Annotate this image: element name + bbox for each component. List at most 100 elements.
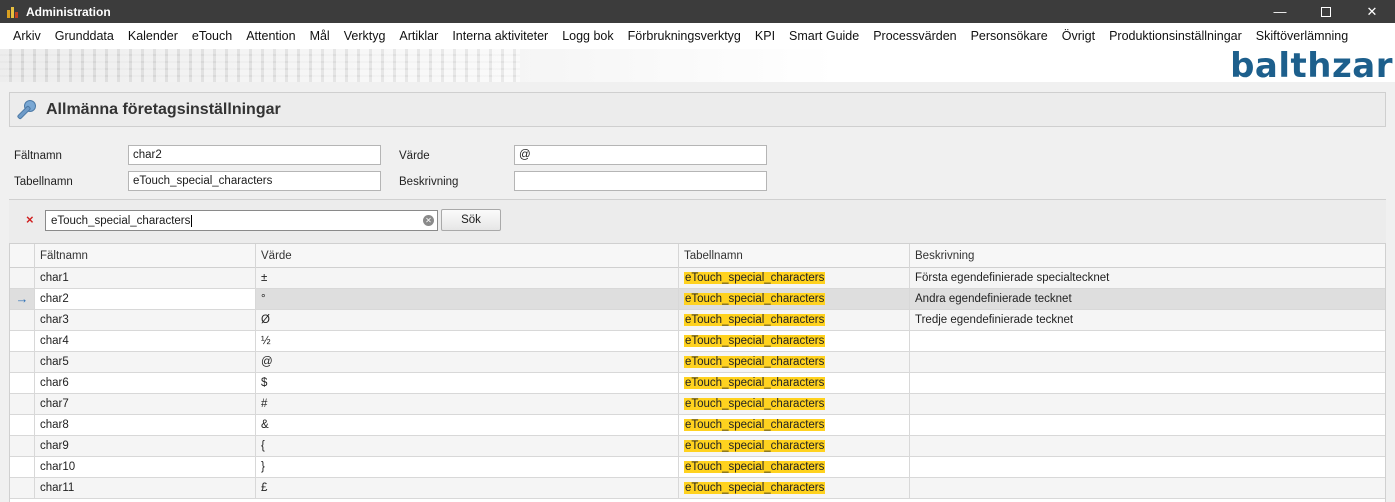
cell-faltnamn[interactable]: char10 (35, 457, 256, 477)
varde-field[interactable]: @ (514, 145, 767, 165)
cell-text: ½ (261, 335, 271, 347)
clear-filter-icon[interactable]: × (26, 212, 34, 227)
cell-tabellnamn[interactable]: eTouch_special_characters (679, 268, 910, 288)
column-header-faltnamn[interactable]: Fältnamn (35, 244, 256, 268)
cell-beskrivning[interactable] (910, 457, 1385, 477)
menu-item[interactable]: Kalender (121, 29, 185, 43)
faltnamn-field[interactable]: char2 (128, 145, 381, 165)
cell-varde[interactable]: # (256, 394, 679, 414)
cell-tabellnamn[interactable]: eTouch_special_characters (679, 415, 910, 435)
search-match-highlight: eTouch_special_characters (684, 293, 826, 305)
menu-item[interactable]: Interna aktiviteter (445, 29, 555, 43)
cell-tabellnamn[interactable]: eTouch_special_characters (679, 457, 910, 477)
cell-beskrivning[interactable] (910, 478, 1385, 498)
table-row[interactable]: char6 $ eTouch_special_characters (10, 373, 1385, 394)
table-row[interactable]: char9 {eTouch_special_characters (10, 436, 1385, 457)
search-match-highlight: eTouch_special_characters (684, 356, 826, 368)
cell-tabellnamn[interactable]: eTouch_special_characters (679, 394, 910, 414)
cell-faltnamn[interactable]: char5 (35, 352, 256, 372)
table-row[interactable]: char1 ± eTouch_special_characters Första eg… (10, 268, 1385, 289)
cell-varde[interactable]: £ (256, 478, 679, 498)
maximize-button[interactable] (1303, 0, 1349, 23)
cell-beskrivning[interactable] (910, 394, 1385, 414)
cell-beskrivning[interactable] (910, 331, 1385, 351)
menu-item[interactable]: Attention (239, 29, 302, 43)
cell-beskrivning[interactable] (910, 352, 1385, 372)
search-button[interactable]: Sök (441, 209, 501, 231)
table-row[interactable]: char11 £ eTouch_special_characters (10, 478, 1385, 499)
menu-item[interactable]: Processvärden (866, 29, 963, 43)
cell-varde[interactable]: Ø (256, 310, 679, 330)
row-indicator (10, 457, 35, 477)
cell-tabellnamn[interactable]: eTouch_special_characters (679, 478, 910, 498)
beskrivning-field[interactable] (514, 171, 767, 191)
menu-item[interactable]: Artiklar (392, 29, 445, 43)
cell-beskrivning[interactable]: Andra egendefinierade tecknet (910, 289, 1385, 309)
cell-tabellnamn[interactable]: eTouch_special_characters (679, 289, 910, 309)
cell-beskrivning[interactable] (910, 373, 1385, 393)
cell-tabellnamn[interactable]: eTouch_special_characters (679, 352, 910, 372)
cell-text: & (261, 419, 269, 431)
menu-item[interactable]: Förbrukningsverktyg (621, 29, 748, 43)
cell-varde[interactable]: ° (256, 289, 679, 309)
cell-faltnamn[interactable]: char11 (35, 478, 256, 498)
menu-item[interactable]: eTouch (185, 29, 239, 43)
cell-beskrivning[interactable]: Tredje egendefinierade tecknet (910, 310, 1385, 330)
table-row[interactable]: char8 & eTouch_special_characters (10, 415, 1385, 436)
menu-item[interactable]: Skiftöverlämning (1249, 29, 1355, 43)
cell-varde[interactable]: } (256, 457, 679, 477)
table-row[interactable]: char5 @ eTouch_special_characters (10, 352, 1385, 373)
tabellnamn-field[interactable]: eTouch_special_characters (128, 171, 381, 191)
table-row[interactable]: char7 # eTouch_special_characters (10, 394, 1385, 415)
menu-item[interactable]: Logg bok (555, 29, 620, 43)
menu-item[interactable]: Mål (303, 29, 337, 43)
cell-tabellnamn[interactable]: eTouch_special_characters (679, 436, 910, 456)
cell-varde[interactable]: ½ (256, 331, 679, 351)
cell-faltnamn[interactable]: char1 (35, 268, 256, 288)
cell-tabellnamn[interactable]: eTouch_special_characters (679, 310, 910, 330)
cell-varde[interactable]: ± (256, 268, 679, 288)
menu-item[interactable]: Personsökare (964, 29, 1055, 43)
cell-beskrivning[interactable] (910, 415, 1385, 435)
menu-item[interactable]: Verktyg (337, 29, 393, 43)
cell-faltnamn[interactable]: char8 (35, 415, 256, 435)
table-row[interactable]: char3 ØeTouch_special_characters Tredje eg… (10, 310, 1385, 331)
column-header-beskrivning[interactable]: Beskrivning (910, 244, 1385, 268)
grid-header: Fältnamn Värde Tabellnamn Beskrivning (10, 243, 1385, 268)
column-header-varde[interactable]: Värde (256, 244, 679, 268)
cell-text: char10 (40, 461, 76, 473)
menu-item[interactable]: KPI (748, 29, 782, 43)
search-input[interactable]: eTouch_special_characters (45, 210, 438, 231)
close-button[interactable]: ✕ (1349, 0, 1395, 23)
cell-faltnamn[interactable]: char3 (35, 310, 256, 330)
menu-item[interactable]: Smart Guide (782, 29, 866, 43)
minimize-button[interactable]: — (1257, 0, 1303, 23)
search-clear-icon[interactable]: ✕ (423, 215, 434, 226)
cell-varde[interactable]: { (256, 436, 679, 456)
cell-beskrivning[interactable] (910, 436, 1385, 456)
cell-faltnamn[interactable]: char4 (35, 331, 256, 351)
cell-varde[interactable]: $ (256, 373, 679, 393)
table-row[interactable]: char4 ½ eTouch_special_characters (10, 331, 1385, 352)
cell-faltnamn[interactable]: char9 (35, 436, 256, 456)
cell-beskrivning[interactable]: Första egendefinierade specialtecknet (910, 268, 1385, 288)
menu-item[interactable]: Övrigt (1055, 29, 1102, 43)
row-indicator (10, 478, 35, 498)
cell-tabellnamn[interactable]: eTouch_special_characters (679, 331, 910, 351)
cell-faltnamn[interactable]: char7 (35, 394, 256, 414)
search-match-highlight: eTouch_special_characters (684, 335, 826, 347)
cell-varde[interactable]: & (256, 415, 679, 435)
cell-faltnamn[interactable]: char2 (35, 289, 256, 309)
page-header: Allmänna företagsinställningar (9, 92, 1386, 127)
cell-text: char3 (40, 314, 69, 326)
menu-item[interactable]: Grunddata (48, 29, 121, 43)
table-row[interactable]: char10} eTouch_special_characters (10, 457, 1385, 478)
column-header-tabellnamn[interactable]: Tabellnamn (679, 244, 910, 268)
menu-item[interactable]: Arkiv (6, 29, 48, 43)
cell-text: Första egendefinierade specialtecknet (915, 272, 1110, 284)
table-row[interactable]: → char2 ° eTouch_special_characters Andra eg… (10, 289, 1385, 310)
cell-varde[interactable]: @ (256, 352, 679, 372)
cell-faltnamn[interactable]: char6 (35, 373, 256, 393)
menu-item[interactable]: Produktionsinställningar (1102, 29, 1249, 43)
cell-tabellnamn[interactable]: eTouch_special_characters (679, 373, 910, 393)
